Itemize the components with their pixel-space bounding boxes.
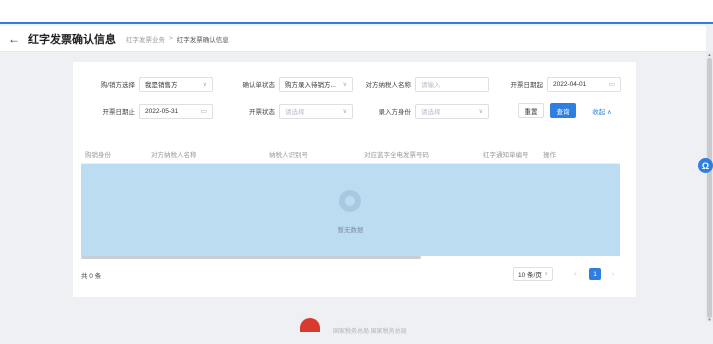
breadcrumb-current: 红字发票确认信息 [176, 36, 229, 44]
column-header: 纳税人识别号 [269, 151, 308, 159]
date-end-picker[interactable]: 2022-05-31 ▭ [139, 103, 213, 119]
breadcrumb-separator: > [169, 35, 173, 42]
counterpart-name-placeholder: 请输入 [421, 82, 441, 89]
chevron-down-icon: ∨ [478, 108, 483, 115]
confirm-status-field: 确认单状态 购方录入待销方... ∨ [213, 76, 353, 92]
chevron-down-icon: ∨ [342, 108, 347, 115]
back-arrow-icon[interactable]: ← [8, 32, 20, 46]
prev-page-button[interactable]: ‹ [570, 267, 580, 281]
page-title: 红字发票确认信息 [28, 33, 116, 46]
national-emblem-logo [300, 318, 320, 332]
column-header: 对应蓝字全电发票号码 [364, 151, 429, 159]
calendar-icon: ▭ [200, 108, 207, 115]
chevron-down-icon: ∨ [544, 271, 548, 277]
breadcrumb-parent[interactable]: 红字发票业务 [126, 34, 165, 44]
total-count: 共 0 条 [81, 273, 102, 280]
column-header: 对方纳税人名称 [151, 151, 197, 159]
entry-role-field: 录入方身份 请选择 ∨ [355, 103, 489, 119]
confirm-status-value: 购方录入待销方... [285, 82, 336, 89]
scroll-up-icon[interactable]: ▲ [707, 53, 712, 57]
table-header: 购销身份 对方纳税人名称 纳税人识别号 对应蓝字全电发票号码 红字通知单编号 操… [81, 144, 620, 164]
breadcrumb: 红字发票业务 > 红字发票确认信息 [126, 34, 229, 44]
invoice-status-label: 开票状态 [249, 109, 275, 116]
role-select[interactable]: 我是销售方 ∨ [139, 76, 213, 92]
page-number-current[interactable]: 1 [589, 268, 601, 280]
date-start-field: 开票日期起 2022-04-01 ▭ [495, 76, 621, 92]
top-bar [0, 0, 713, 24]
chevron-down-icon: ∨ [342, 81, 347, 88]
calendar-icon: ▭ [608, 81, 615, 88]
role-value: 我是销售方 [145, 82, 178, 89]
empty-data-icon [339, 190, 361, 212]
table-horizontal-scrollbar[interactable] [81, 256, 421, 259]
chevron-down-icon: ∨ [202, 81, 207, 88]
page-size-select[interactable]: 10 条/页 ∨ [513, 267, 553, 281]
entry-role-placeholder: 请选择 [421, 109, 441, 116]
title-bar: ← 红字发票确认信息 红字发票业务 > 红字发票确认信息 [0, 26, 706, 52]
counterpart-name-label: 对方纳税人名称 [365, 82, 412, 89]
counterpart-name-field: 对方纳税人名称 请输入 [355, 76, 489, 92]
footer-text: 国家税务总局 国家税务总局 [333, 329, 407, 335]
column-header: 红字通知单编号 [483, 151, 529, 159]
date-start-label: 开票日期起 [510, 82, 544, 89]
filter-row-2: 开票日期止 2022-05-31 ▭ 开票状态 请选择 ∨ 录入方身份 请选择 … [73, 103, 636, 123]
date-end-label: 开票日期止 [102, 109, 136, 116]
invoice-status-select[interactable]: 请选择 ∨ [279, 103, 353, 119]
date-start-value: 2022-04-01 [553, 80, 587, 88]
collapse-button[interactable]: 收起 ∧ [585, 103, 619, 118]
table-empty-body: 暂无数据 [81, 164, 620, 256]
counterpart-name-input[interactable]: 请输入 [415, 76, 489, 92]
query-card: 购/销方选择 我是销售方 ∨ 确认单状态 购方录入待销方... ∨ 对方纳税人名… [73, 62, 636, 297]
headset-help-icon[interactable]: Ω [698, 158, 713, 173]
filter-row-1: 购/销方选择 我是销售方 ∨ 确认单状态 购方录入待销方... ∨ 对方纳税人名… [73, 76, 636, 96]
role-label: 购/销方选择 [100, 82, 135, 89]
date-start-picker[interactable]: 2022-04-01 ▭ [547, 76, 621, 92]
reset-button[interactable]: 重置 [518, 103, 544, 118]
date-end-field: 开票日期止 2022-05-31 ▭ [73, 103, 213, 119]
page-scrollbar-thumb[interactable] [707, 58, 712, 318]
invoice-status-field: 开票状态 请选择 ∨ [213, 103, 353, 119]
column-header: 购销身份 [85, 151, 111, 159]
next-page-button[interactable]: › [608, 267, 618, 281]
empty-data-text: 暂无数据 [337, 227, 364, 234]
page-size-value: 10 条/页 [518, 272, 542, 279]
column-header: 操作 [543, 151, 556, 159]
date-end-value: 2022-05-31 [145, 107, 179, 115]
role-field: 购/销方选择 我是销售方 ∨ [73, 76, 213, 92]
query-button[interactable]: 查询 [550, 103, 576, 118]
invoice-status-placeholder: 请选择 [285, 109, 305, 116]
entry-role-select[interactable]: 请选择 ∨ [415, 103, 489, 119]
scroll-down-icon[interactable]: ▼ [707, 318, 712, 322]
confirm-status-select[interactable]: 购方录入待销方... ∨ [279, 76, 353, 92]
confirm-status-label: 确认单状态 [242, 82, 276, 89]
entry-role-label: 录入方身份 [378, 109, 412, 116]
